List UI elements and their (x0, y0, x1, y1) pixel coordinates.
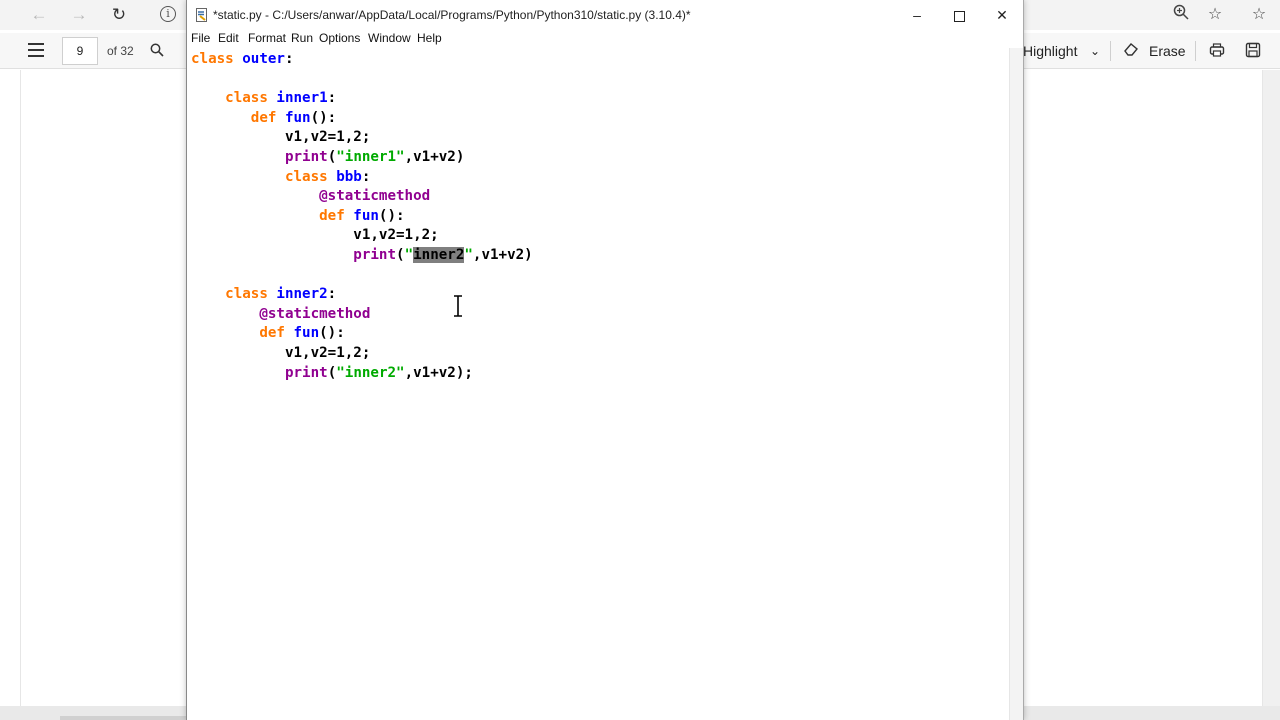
code-token: ,v1+v2) (404, 149, 465, 165)
text-cursor-icon (454, 295, 462, 317)
code-line: def fun(): (191, 108, 336, 128)
code-line: @staticmethod (191, 186, 430, 206)
info-icon[interactable]: i (160, 6, 176, 22)
code-token: class (191, 51, 243, 67)
menu-file[interactable]: File (191, 31, 210, 45)
code-editor[interactable]: class outer: class inner1: def fun(): v1… (187, 48, 1009, 708)
save-icon[interactable] (1245, 42, 1261, 61)
toolbar-divider (1195, 41, 1196, 61)
code-token: " (464, 247, 473, 263)
code-token: print (284, 364, 328, 381)
code-token: class (191, 286, 277, 303)
minimize-icon[interactable]: – (895, 0, 939, 30)
code-token: fun (353, 207, 379, 224)
code-line: print("inner1",v1+v2) (191, 147, 464, 167)
title-bar[interactable]: *static.py - C:/Users/anwar/AppData/Loca… (187, 0, 1023, 30)
star-icon[interactable]: ☆ (1248, 4, 1270, 26)
menu-options[interactable]: Options (319, 31, 360, 45)
code-line: def fun(): (191, 206, 405, 226)
close-icon[interactable]: ✕ (980, 0, 1024, 30)
code-token: v1,v2=1,2; (191, 129, 371, 146)
code-token: (): (319, 325, 345, 342)
page-total-label: of 32 (107, 44, 134, 58)
code-line: v1,v2=1,2; (191, 343, 370, 363)
code-token: " (404, 247, 414, 263)
refresh-icon[interactable]: ↻ (108, 5, 130, 25)
favorites-icon[interactable]: ☆ (1204, 4, 1226, 26)
print-icon[interactable] (1209, 42, 1225, 61)
back-arrow-icon[interactable]: ← (28, 5, 50, 25)
code-token: @staticmethod (191, 188, 431, 205)
code-token: v1,v2=1,2; (191, 345, 371, 361)
code-line: class bbb: (191, 167, 370, 187)
menu-run[interactable]: Run (291, 31, 313, 45)
code-token: : (327, 286, 337, 303)
code-line: class inner2: (191, 284, 336, 304)
menu-format[interactable]: Format (248, 31, 286, 45)
toolbar-divider (1110, 41, 1111, 61)
code-token: def (191, 109, 285, 126)
code-token: "inner2" (336, 364, 405, 381)
code-token: : (361, 168, 371, 185)
code-token: : (327, 90, 337, 107)
code-token: class (191, 168, 337, 185)
maximize-icon[interactable] (937, 0, 981, 30)
code-token: v1,v2=1,2; (191, 227, 439, 244)
editor-vertical-scrollbar[interactable] (1009, 48, 1023, 720)
code-token: inner2 (276, 286, 328, 303)
code-token: ( (396, 247, 405, 263)
table-of-contents-icon[interactable] (28, 43, 44, 57)
code-token: "inner1" (336, 149, 405, 165)
code-token: @staticmethod (191, 305, 371, 322)
code-line: def fun(): (191, 323, 345, 343)
code-token: bbb (336, 168, 362, 185)
code-line: v1,v2=1,2; (191, 225, 439, 245)
highlight-button[interactable]: Highlight (1023, 43, 1077, 59)
code-token: ( (327, 364, 337, 381)
code-line: print("inner2",v1+v2); (191, 363, 473, 383)
menu-edit[interactable]: Edit (218, 31, 239, 45)
code-token: ,v1+v2); (404, 364, 473, 381)
code-line: class outer: (191, 49, 294, 69)
code-line: v1,v2=1,2; (191, 127, 370, 147)
code-token: : (284, 51, 294, 67)
forward-arrow-icon[interactable]: → (68, 5, 90, 25)
code-line: print("inner2",v1+v2) (191, 245, 533, 265)
code-token: def (191, 325, 294, 342)
code-token: (): (378, 207, 405, 224)
code-token: print (353, 247, 397, 263)
code-token: inner1 (276, 90, 328, 107)
code-token: fun (293, 325, 320, 342)
code-line: class inner1: (191, 88, 336, 108)
menu-window[interactable]: Window (368, 31, 411, 45)
window-title: *static.py - C:/Users/anwar/AppData/Loca… (213, 8, 691, 22)
code-token: ( (327, 149, 337, 165)
menu-help[interactable]: Help (417, 31, 442, 45)
idle-editor-window: *static.py - C:/Users/anwar/AppData/Loca… (186, 0, 1024, 720)
code-token: print (284, 149, 328, 165)
code-token: ,v1+v2) (472, 247, 533, 263)
code-token: def (191, 207, 354, 224)
page-number-input[interactable]: 9 (62, 37, 98, 65)
code-token: outer (242, 51, 285, 67)
code-token: class (191, 90, 277, 107)
search-icon[interactable] (150, 43, 164, 57)
chevron-down-icon[interactable]: ⌄ (1090, 44, 1100, 58)
code-token: fun (284, 109, 311, 126)
eraser-icon[interactable] (1123, 41, 1139, 60)
menu-bar: File Edit Format Run Options Window Help (187, 30, 1023, 48)
erase-button[interactable]: Erase (1149, 43, 1186, 59)
python-file-icon (195, 8, 209, 22)
code-token: (): (310, 109, 337, 126)
pdf-vertical-scrollbar[interactable] (1263, 70, 1280, 706)
code-line: @staticmethod (191, 304, 370, 324)
selected-text: inner2 (413, 247, 465, 263)
zoom-icon[interactable] (1170, 4, 1192, 26)
